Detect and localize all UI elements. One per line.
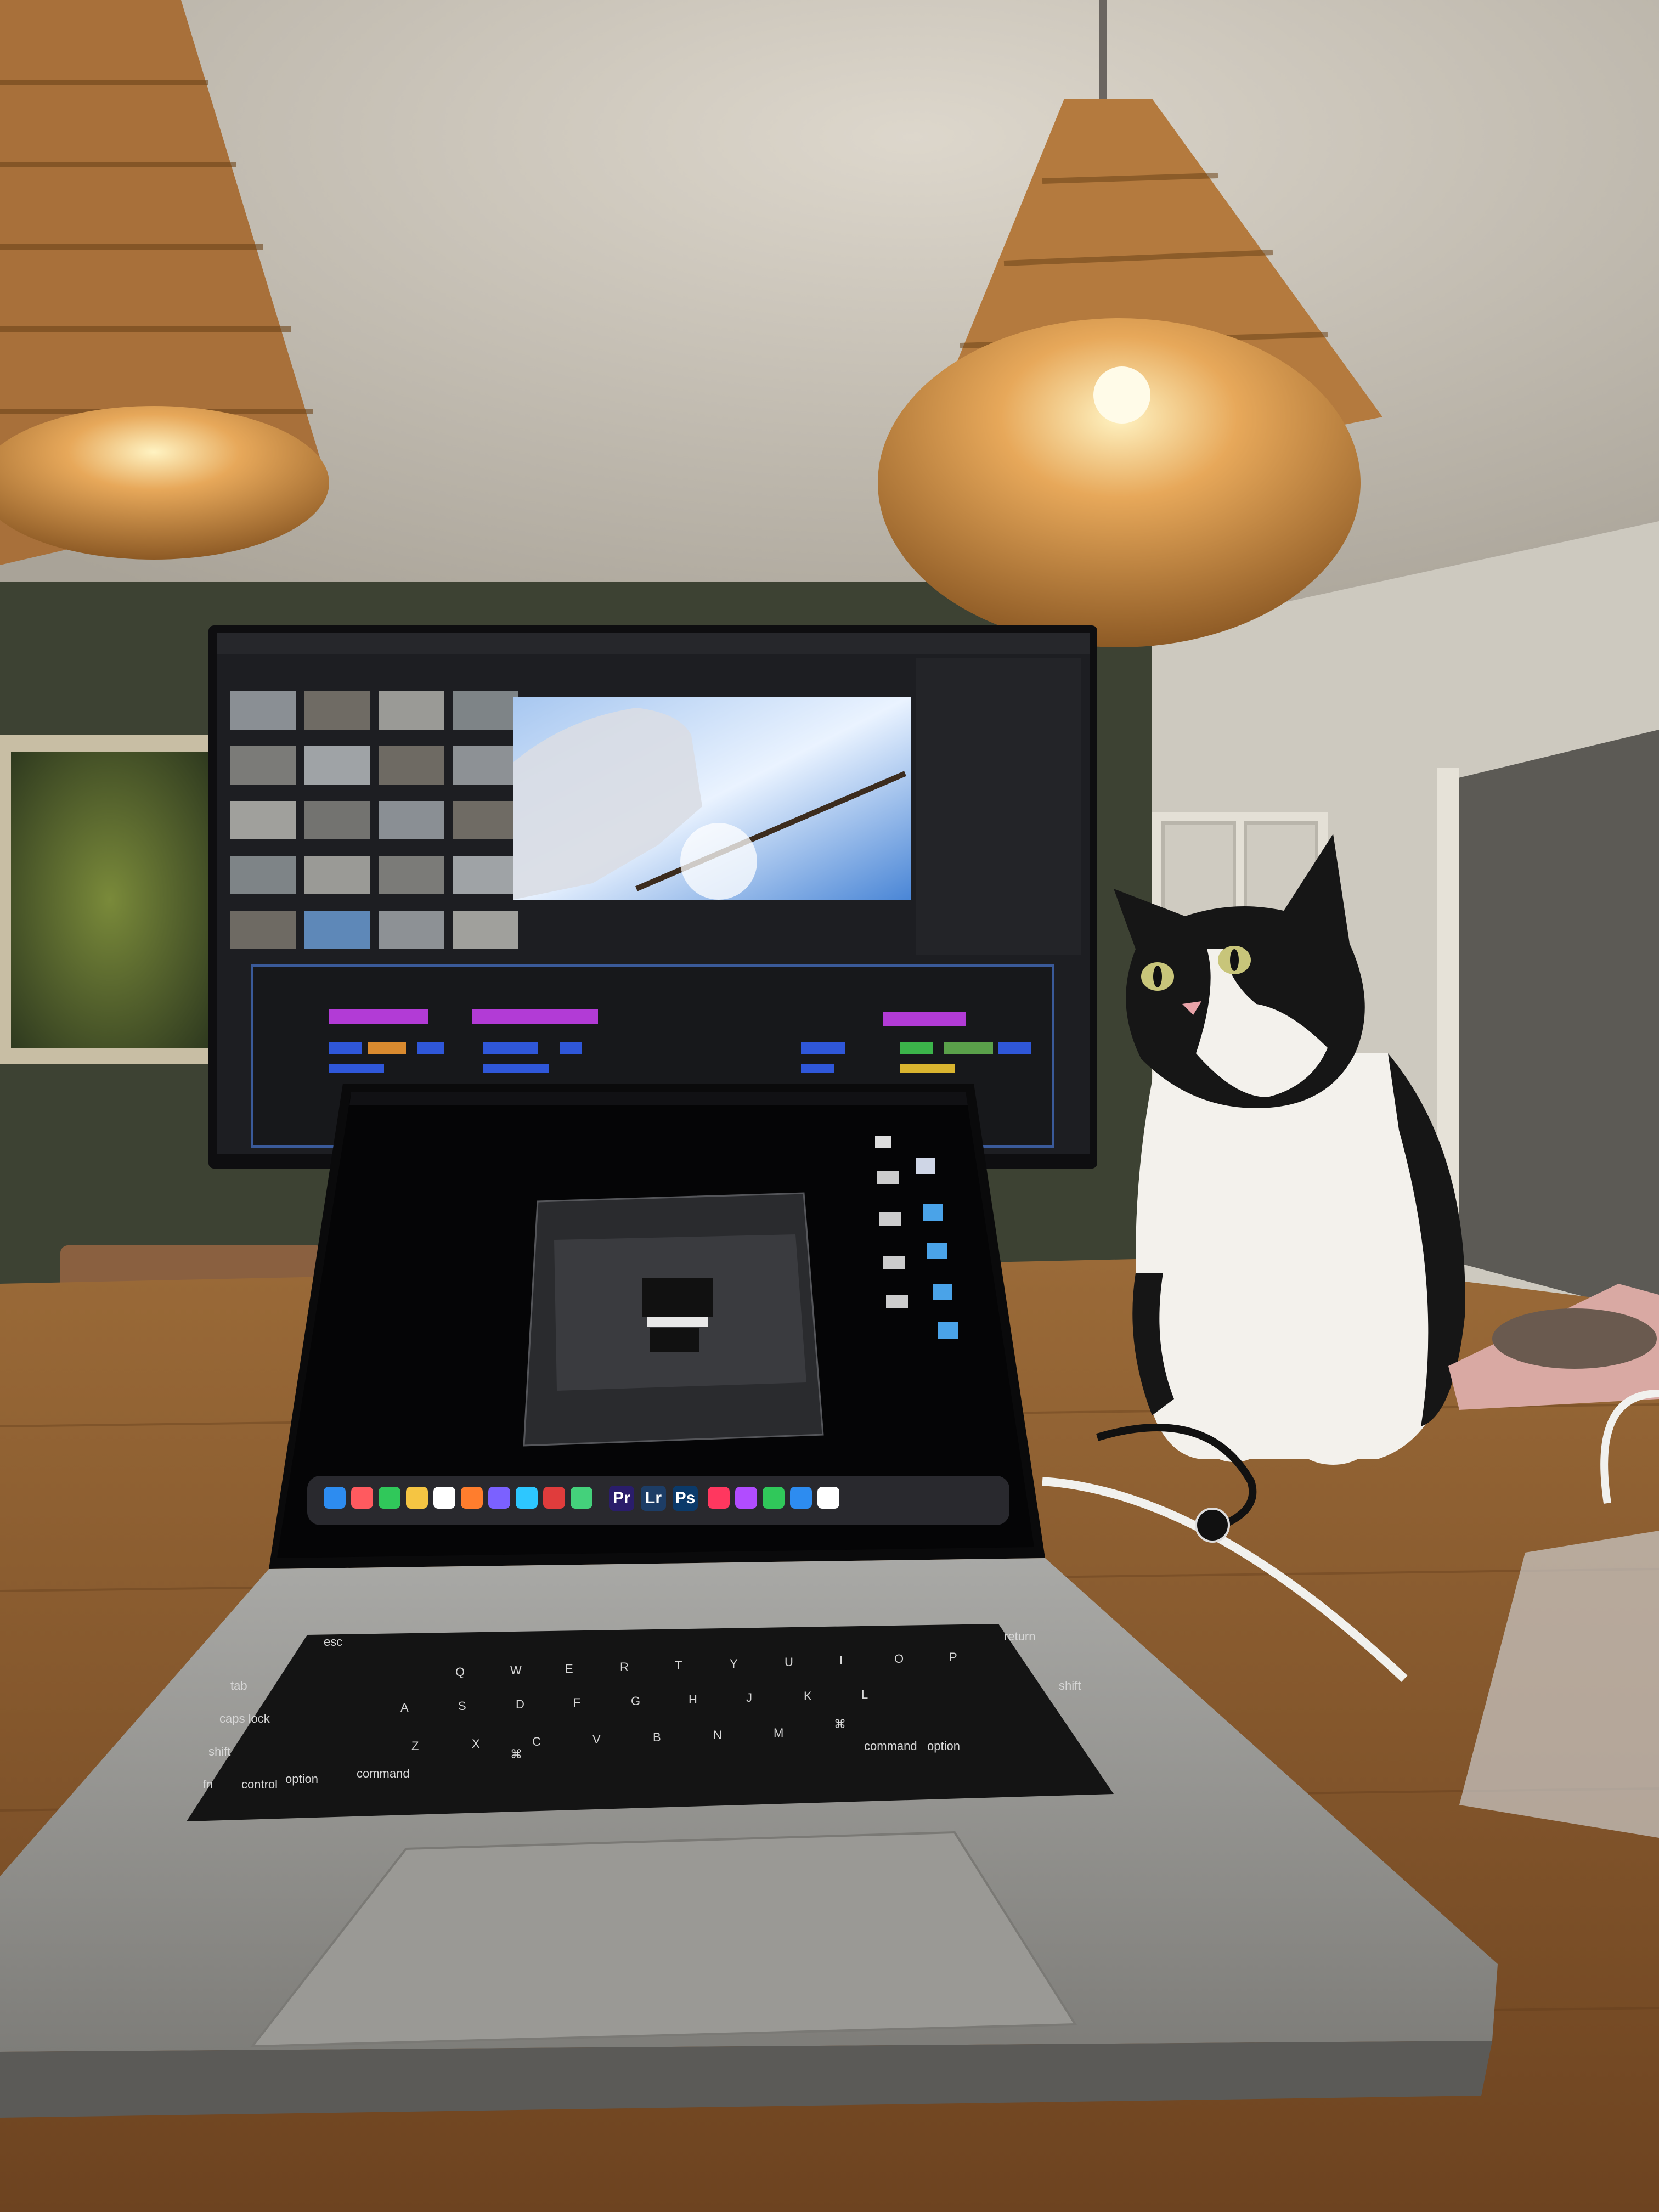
keyboard-key-label: caps lock bbox=[219, 1712, 270, 1725]
dock-app-icon[interactable] bbox=[571, 1487, 592, 1509]
keyboard-key-label: command bbox=[864, 1739, 917, 1753]
keyboard-key-label: V bbox=[592, 1733, 601, 1746]
dock-app-label: Pr bbox=[613, 1489, 630, 1507]
keyboard-key-label: R bbox=[620, 1660, 629, 1674]
keyboard-key-label: ⌘ bbox=[834, 1717, 846, 1731]
keyboard-key-label: Z bbox=[411, 1739, 419, 1753]
keyboard-key-label: option bbox=[927, 1739, 960, 1753]
dock-app-icon[interactable] bbox=[735, 1487, 757, 1509]
dock-app-icon[interactable] bbox=[708, 1487, 730, 1509]
photo-scene: Pr Lr Ps esc tab caps lock shift fn control opti… bbox=[0, 0, 1659, 2212]
keyboard-key-label: J bbox=[746, 1691, 752, 1705]
dock-app-icon[interactable] bbox=[488, 1487, 510, 1509]
keyboard-key-label: K bbox=[804, 1689, 812, 1703]
keyboard-key-label: C bbox=[532, 1735, 541, 1748]
dock-app-icon[interactable] bbox=[763, 1487, 785, 1509]
keyboard-key-label: B bbox=[653, 1730, 661, 1744]
keyboard-key-label: fn bbox=[203, 1778, 213, 1791]
keyboard-key-label: command bbox=[357, 1767, 410, 1780]
keyboard-key-label: H bbox=[689, 1692, 697, 1706]
clear-object bbox=[1459, 1531, 1659, 1838]
keyboard-key-label: W bbox=[510, 1663, 522, 1677]
dock-app-icon[interactable] bbox=[817, 1487, 839, 1509]
keyboard-key-label: A bbox=[400, 1701, 409, 1714]
dock-app-label: Ps bbox=[675, 1489, 696, 1507]
dock-app-icon[interactable] bbox=[516, 1487, 538, 1509]
keyboard-key-label: option bbox=[285, 1772, 318, 1786]
dock-app-icon[interactable] bbox=[543, 1487, 565, 1509]
keyboard-key-label: return bbox=[1004, 1629, 1035, 1643]
dock-app-icon[interactable] bbox=[351, 1487, 373, 1509]
displays-settings-window[interactable] bbox=[523, 1192, 824, 1447]
keyboard-key-label: tab bbox=[230, 1679, 247, 1692]
keyboard-key-label: S bbox=[458, 1699, 466, 1713]
keyboard-key-label: shift bbox=[208, 1745, 230, 1758]
keyboard-key-label: esc bbox=[324, 1635, 342, 1649]
keyboard-key-label: P bbox=[949, 1650, 957, 1664]
dock-app-icon[interactable] bbox=[790, 1487, 812, 1509]
keyboard-key-label: D bbox=[516, 1697, 524, 1711]
keyboard-key-label: N bbox=[713, 1728, 722, 1742]
keyboard-key-label: T bbox=[675, 1658, 682, 1672]
keyboard-key-label: U bbox=[785, 1655, 793, 1669]
left-pendant-lamp bbox=[0, 0, 329, 565]
dock-app-icon[interactable] bbox=[379, 1487, 400, 1509]
keyboard-key-label: Y bbox=[730, 1657, 738, 1671]
keyboard-key-label: X bbox=[472, 1737, 480, 1751]
dock-app-icon[interactable] bbox=[406, 1487, 428, 1509]
dock-app-label: Lr bbox=[645, 1489, 662, 1507]
keyboard-key-label: E bbox=[565, 1662, 573, 1675]
dock[interactable]: Pr Lr Ps bbox=[307, 1476, 1009, 1525]
keyboard-key-label: F bbox=[573, 1696, 580, 1709]
dock-app-icon[interactable] bbox=[433, 1487, 455, 1509]
keyboard-key-label: G bbox=[631, 1694, 640, 1708]
keyboard-key-label: L bbox=[861, 1688, 868, 1701]
keyboard-key-label: Q bbox=[455, 1665, 465, 1679]
dock-app-icon[interactable] bbox=[461, 1487, 483, 1509]
program-monitor[interactable] bbox=[513, 697, 911, 900]
keyboard-key-label: I bbox=[839, 1654, 843, 1667]
keyboard-key-label: M bbox=[774, 1726, 783, 1740]
keyboard-key-label: O bbox=[894, 1652, 904, 1666]
right-pendant-lamp bbox=[878, 0, 1383, 647]
keyboard-key-label: control bbox=[241, 1778, 278, 1791]
dock-app-icon[interactable] bbox=[324, 1487, 346, 1509]
keyboard-key-label: ⌘ bbox=[510, 1747, 522, 1761]
